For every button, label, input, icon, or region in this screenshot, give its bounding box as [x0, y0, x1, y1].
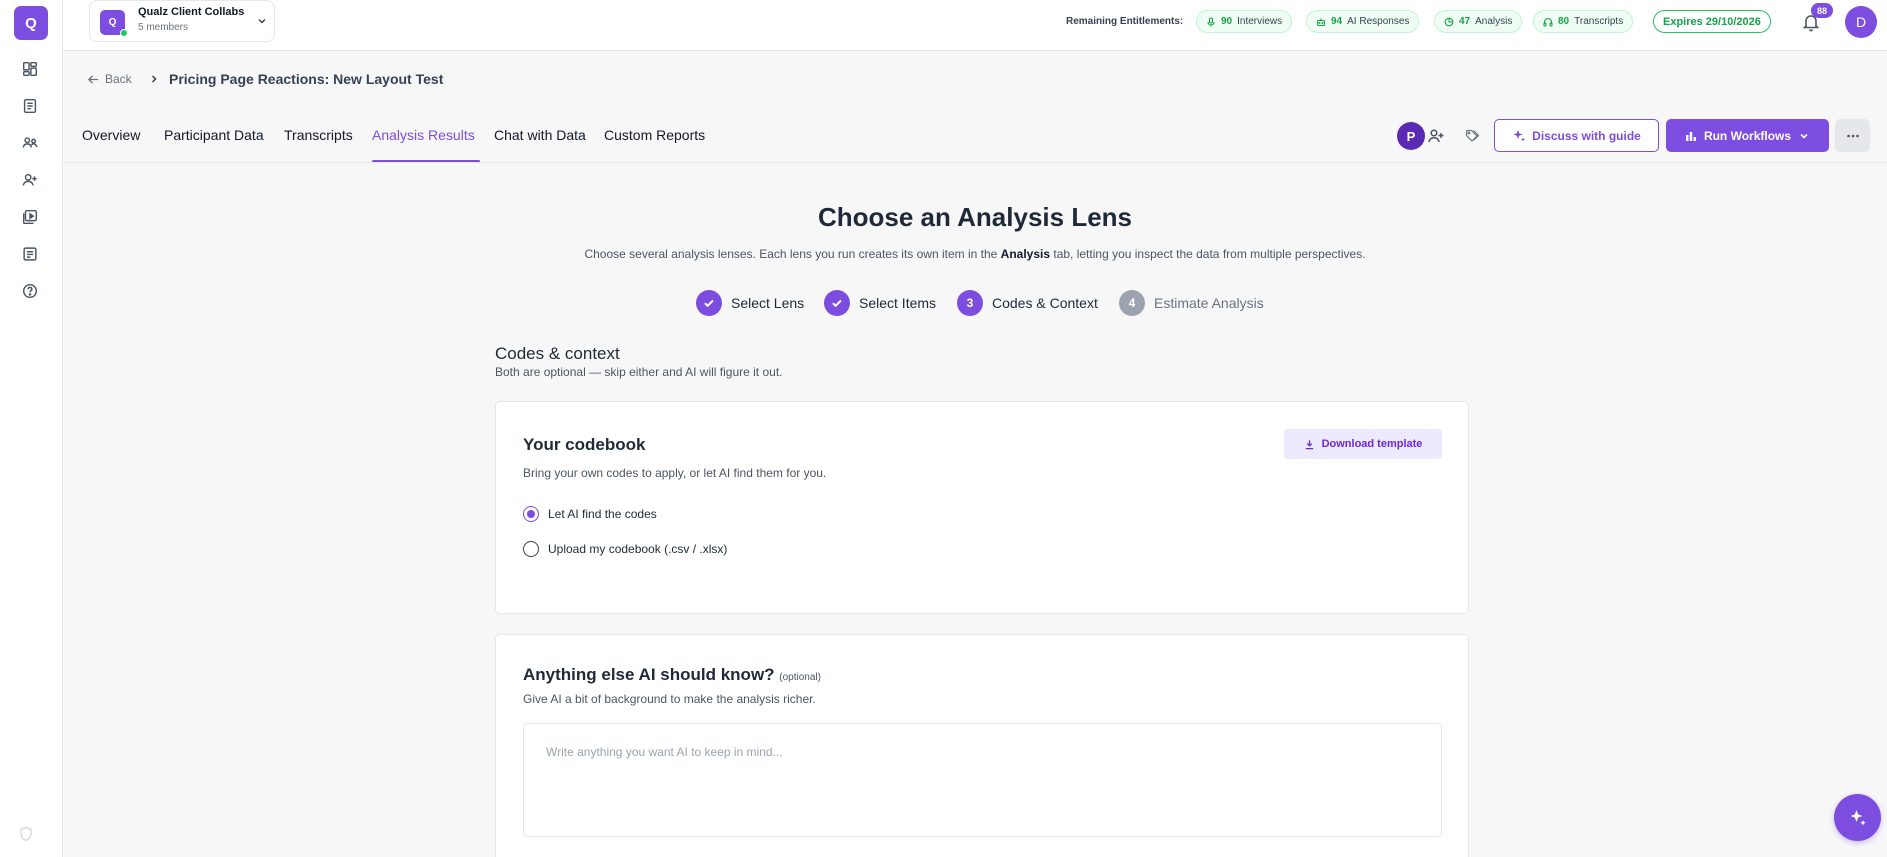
document-icon[interactable] — [19, 95, 41, 117]
chevron-down-icon — [1800, 133, 1808, 139]
more-options-button[interactable] — [1835, 119, 1870, 152]
option-ai-find-codes[interactable]: Let AI find the codes — [523, 506, 657, 522]
context-title: Anything else AI should know? (optional) — [523, 665, 821, 684]
step-number: 3 — [957, 290, 983, 316]
tab-custom-reports[interactable]: Custom Reports — [604, 127, 705, 143]
entitlement-ai-responses: 94 AI Responses — [1306, 10, 1420, 33]
sparkle-icon — [1850, 809, 1866, 826]
section-title: Codes & context — [495, 344, 620, 363]
back-link[interactable]: Back — [87, 72, 132, 86]
help-icon[interactable] — [19, 280, 41, 302]
step-select-lens[interactable]: Select Lens — [696, 290, 804, 316]
run-workflows-button[interactable]: Run Workflows — [1666, 119, 1829, 152]
codebook-title: Your codebook — [523, 435, 646, 454]
step-estimate-analysis: 4 Estimate Analysis — [1119, 290, 1264, 316]
tab-analysis-results[interactable]: Analysis Results — [372, 127, 475, 143]
download-template-button[interactable]: Download template — [1284, 429, 1442, 459]
notification-count-badge: 88 — [1811, 3, 1833, 18]
app-logo[interactable]: Q — [14, 6, 48, 40]
workspace-name: Qualz Client Collabs — [138, 6, 245, 18]
participant-avatar[interactable]: P — [1397, 122, 1425, 150]
workspace-members: 5 members — [138, 22, 189, 33]
check-icon — [824, 290, 850, 316]
wizard-subtitle: Choose several analysis lenses. Each len… — [584, 247, 1366, 261]
online-status-dot — [120, 29, 128, 37]
user-avatar[interactable]: D — [1845, 6, 1877, 38]
context-card: Anything else AI should know? (optional)… — [495, 634, 1469, 857]
add-user-icon[interactable] — [1427, 127, 1445, 145]
notes-icon[interactable] — [19, 243, 41, 265]
download-icon — [1305, 439, 1313, 449]
radio-button[interactable] — [523, 506, 539, 522]
top-bar: Q Qualz Client Collabs 5 members Remaini… — [63, 0, 1887, 51]
step-number: 4 — [1119, 290, 1145, 316]
codebook-subtitle: Bring your own codes to apply, or let AI… — [523, 466, 827, 480]
chevron-down-icon — [258, 18, 266, 24]
tab-overview[interactable]: Overview — [82, 127, 140, 143]
entitlements-label: Remaining Entitlements: — [1066, 16, 1184, 27]
entitlement-analysis: 47 Analysis — [1434, 10, 1523, 33]
entitlement-transcripts: 80 Transcripts — [1533, 10, 1634, 33]
tab-chat-with-data[interactable]: Chat with Data — [494, 127, 586, 143]
page-title: Pricing Page Reactions: New Layout Test — [169, 71, 444, 87]
context-textarea[interactable] — [523, 723, 1442, 837]
expiry-badge: Expires 29/10/2026 — [1653, 10, 1771, 33]
shield-icon — [18, 826, 34, 842]
tabs-divider — [63, 162, 1887, 163]
bar-chart-icon — [1685, 131, 1696, 141]
sparkle-icon — [1513, 129, 1526, 141]
radio-button[interactable] — [523, 541, 539, 557]
robot-icon — [1316, 18, 1326, 26]
entitlement-interviews: 90 Interviews — [1196, 10, 1293, 33]
option-upload-codebook[interactable]: Upload my codebook (.csv / .xlsx) — [523, 541, 727, 557]
tab-participant-data[interactable]: Participant Data — [164, 127, 264, 143]
ellipsis-icon — [1846, 134, 1859, 137]
add-participant-icon[interactable] — [19, 169, 41, 191]
section-subtitle: Both are optional — skip either and AI w… — [495, 365, 783, 379]
step-codes-context[interactable]: 3 Codes & Context — [957, 290, 1098, 316]
codebook-card: Your codebook Bring your own codes to ap… — [495, 401, 1469, 614]
left-sidebar: Q — [0, 0, 63, 857]
headphones-icon — [1543, 17, 1553, 27]
optional-label: (optional) — [779, 672, 821, 683]
media-library-icon[interactable] — [19, 206, 41, 228]
wizard-title: Choose an Analysis Lens — [817, 202, 1133, 232]
tags-icon[interactable] — [1461, 125, 1483, 147]
arrow-left-icon — [87, 74, 99, 84]
dashboard-icon[interactable] — [19, 58, 41, 80]
check-icon — [696, 290, 722, 316]
context-subtitle: Give AI a bit of background to make the … — [523, 692, 816, 706]
ai-assistant-fab[interactable] — [1834, 794, 1881, 841]
step-select-items[interactable]: Select Items — [824, 290, 936, 316]
mic-icon — [1207, 16, 1215, 26]
chevron-right-icon — [151, 75, 157, 83]
tab-transcripts[interactable]: Transcripts — [284, 127, 353, 143]
discuss-with-guide-button[interactable]: Discuss with guide — [1494, 119, 1659, 152]
users-icon[interactable] — [19, 132, 41, 154]
chart-pie-icon — [1444, 17, 1454, 26]
workspace-switcher[interactable]: Q Qualz Client Collabs 5 members — [89, 0, 275, 42]
